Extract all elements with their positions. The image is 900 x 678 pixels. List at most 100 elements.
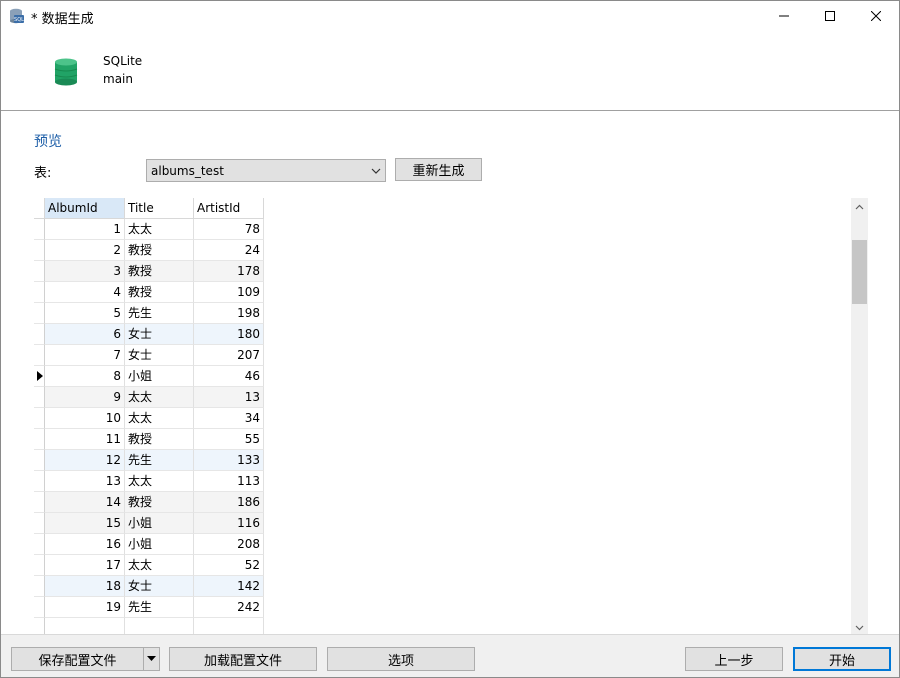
cell-artistid[interactable]: 55 <box>194 429 264 450</box>
table-row[interactable]: 11 教授 55 <box>34 429 264 450</box>
cell-title[interactable]: 太太 <box>125 387 194 408</box>
cell-artistid[interactable]: 113 <box>194 471 264 492</box>
cell-albumid[interactable]: 2 <box>45 240 125 261</box>
table-row[interactable]: 3 教授 178 <box>34 261 264 282</box>
cell-title[interactable]: 小姐 <box>125 513 194 534</box>
row-indicator[interactable] <box>34 555 45 576</box>
table-row[interactable]: 6 女士 180 <box>34 324 264 345</box>
save-profile-dropdown[interactable] <box>143 648 159 670</box>
cell-artistid[interactable]: 52 <box>194 555 264 576</box>
cell-albumid[interactable]: 13 <box>45 471 125 492</box>
row-indicator[interactable] <box>34 429 45 450</box>
cell-artistid[interactable]: 198 <box>194 303 264 324</box>
cell-title[interactable]: 教授 <box>125 261 194 282</box>
cell-artistid[interactable]: 13 <box>194 387 264 408</box>
cell-artistid[interactable]: 133 <box>194 450 264 471</box>
row-indicator[interactable] <box>34 345 45 366</box>
cell-artistid[interactable]: 34 <box>194 408 264 429</box>
row-indicator[interactable] <box>34 303 45 324</box>
cell-albumid[interactable]: 1 <box>45 219 125 240</box>
row-indicator[interactable] <box>34 219 45 240</box>
cell-title[interactable]: 太太 <box>125 408 194 429</box>
start-button[interactable]: 开始 <box>793 647 891 671</box>
table-row[interactable]: 15 小姐 116 <box>34 513 264 534</box>
preview-grid[interactable]: AlbumId Title ArtistId 1 太太 78 2 教授 24 3 教授 178 4… <box>34 198 868 636</box>
cell-albumid[interactable]: 6 <box>45 324 125 345</box>
cell-artistid[interactable]: 24 <box>194 240 264 261</box>
cell-title[interactable]: 教授 <box>125 282 194 303</box>
cell-artistid[interactable]: 46 <box>194 366 264 387</box>
options-button[interactable]: 选项 <box>327 647 475 671</box>
cell-title[interactable]: 先生 <box>125 450 194 471</box>
table-row[interactable]: 5 先生 198 <box>34 303 264 324</box>
minimize-button[interactable] <box>761 1 807 31</box>
cell-title[interactable]: 女士 <box>125 345 194 366</box>
cell-albumid[interactable]: 19 <box>45 597 125 618</box>
cell-artistid[interactable]: 78 <box>194 219 264 240</box>
column-header-title[interactable]: Title <box>125 198 194 219</box>
cell-albumid[interactable]: 3 <box>45 261 125 282</box>
table-row[interactable]: 18 女士 142 <box>34 576 264 597</box>
row-indicator[interactable] <box>34 576 45 597</box>
cell-artistid[interactable]: 186 <box>194 492 264 513</box>
scroll-up-button[interactable] <box>851 198 868 215</box>
cell-artistid[interactable]: 178 <box>194 261 264 282</box>
row-indicator[interactable] <box>34 282 45 303</box>
load-profile-button[interactable]: 加载配置文件 <box>169 647 317 671</box>
row-indicator[interactable] <box>34 450 45 471</box>
cell-albumid[interactable]: 4 <box>45 282 125 303</box>
row-indicator[interactable] <box>34 534 45 555</box>
cell-artistid[interactable]: 207 <box>194 345 264 366</box>
cell-title[interactable]: 女士 <box>125 576 194 597</box>
cell-title[interactable]: 教授 <box>125 240 194 261</box>
regenerate-button[interactable]: 重新生成 <box>395 158 482 181</box>
cell-albumid[interactable]: 18 <box>45 576 125 597</box>
table-row[interactable]: 19 先生 242 <box>34 597 264 618</box>
scroll-thumb[interactable] <box>852 240 867 304</box>
table-row[interactable]: 1 太太 78 <box>34 219 264 240</box>
cell-artistid[interactable]: 180 <box>194 324 264 345</box>
row-indicator[interactable] <box>34 324 45 345</box>
cell-title[interactable]: 小姐 <box>125 534 194 555</box>
table-row[interactable]: 16 小姐 208 <box>34 534 264 555</box>
cell-title[interactable]: 教授 <box>125 492 194 513</box>
cell-title[interactable]: 太太 <box>125 471 194 492</box>
table-select[interactable]: albums_test <box>146 159 386 182</box>
cell-albumid[interactable]: 17 <box>45 555 125 576</box>
cell-albumid[interactable]: 5 <box>45 303 125 324</box>
table-row[interactable]: 4 教授 109 <box>34 282 264 303</box>
cell-title[interactable]: 太太 <box>125 555 194 576</box>
close-button[interactable] <box>853 1 899 31</box>
row-indicator[interactable] <box>34 471 45 492</box>
save-profile-button[interactable]: 保存配置文件 <box>11 647 160 671</box>
table-row[interactable]: 14 教授 186 <box>34 492 264 513</box>
table-row[interactable]: 8 小姐 46 <box>34 366 264 387</box>
cell-albumid[interactable]: 12 <box>45 450 125 471</box>
cell-title[interactable]: 太太 <box>125 219 194 240</box>
table-row[interactable]: 17 太太 52 <box>34 555 264 576</box>
cell-albumid[interactable]: 10 <box>45 408 125 429</box>
cell-albumid[interactable]: 11 <box>45 429 125 450</box>
maximize-button[interactable] <box>807 1 853 31</box>
cell-title[interactable]: 女士 <box>125 324 194 345</box>
cell-artistid[interactable]: 116 <box>194 513 264 534</box>
back-button[interactable]: 上一步 <box>685 647 783 671</box>
cell-albumid[interactable]: 9 <box>45 387 125 408</box>
cell-artistid[interactable]: 242 <box>194 597 264 618</box>
cell-albumid[interactable]: 7 <box>45 345 125 366</box>
vertical-scrollbar[interactable] <box>851 198 868 636</box>
cell-albumid[interactable]: 8 <box>45 366 125 387</box>
cell-albumid[interactable]: 14 <box>45 492 125 513</box>
column-header-artistid[interactable]: ArtistId <box>194 198 264 219</box>
row-indicator[interactable] <box>34 408 45 429</box>
table-row[interactable]: 13 太太 113 <box>34 471 264 492</box>
cell-artistid[interactable]: 109 <box>194 282 264 303</box>
cell-artistid[interactable]: 208 <box>194 534 264 555</box>
cell-title[interactable]: 小姐 <box>125 366 194 387</box>
cell-title[interactable]: 先生 <box>125 597 194 618</box>
row-indicator[interactable] <box>34 240 45 261</box>
table-row[interactable]: 12 先生 133 <box>34 450 264 471</box>
row-indicator[interactable] <box>34 261 45 282</box>
cell-title[interactable]: 先生 <box>125 303 194 324</box>
table-row[interactable]: 2 教授 24 <box>34 240 264 261</box>
